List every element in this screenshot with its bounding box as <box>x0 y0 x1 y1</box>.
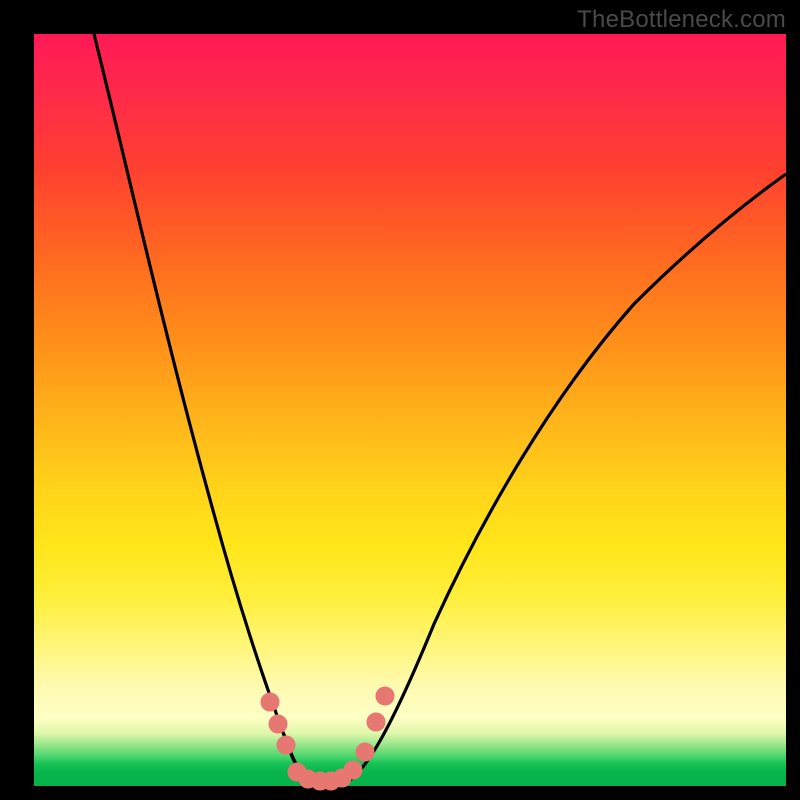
attribution-text: TheBottleneck.com <box>577 6 786 34</box>
marker <box>356 743 374 761</box>
curve-left <box>94 34 312 784</box>
marker <box>376 687 394 705</box>
curve-right <box>344 174 786 784</box>
marker <box>261 693 279 711</box>
marker <box>367 713 385 731</box>
chart-frame: TheBottleneck.com <box>0 0 800 800</box>
plot-area <box>34 34 786 786</box>
chart-svg <box>34 34 786 786</box>
marker <box>277 736 295 754</box>
marker <box>344 761 362 779</box>
marker <box>269 715 287 733</box>
marker-group <box>261 687 394 790</box>
